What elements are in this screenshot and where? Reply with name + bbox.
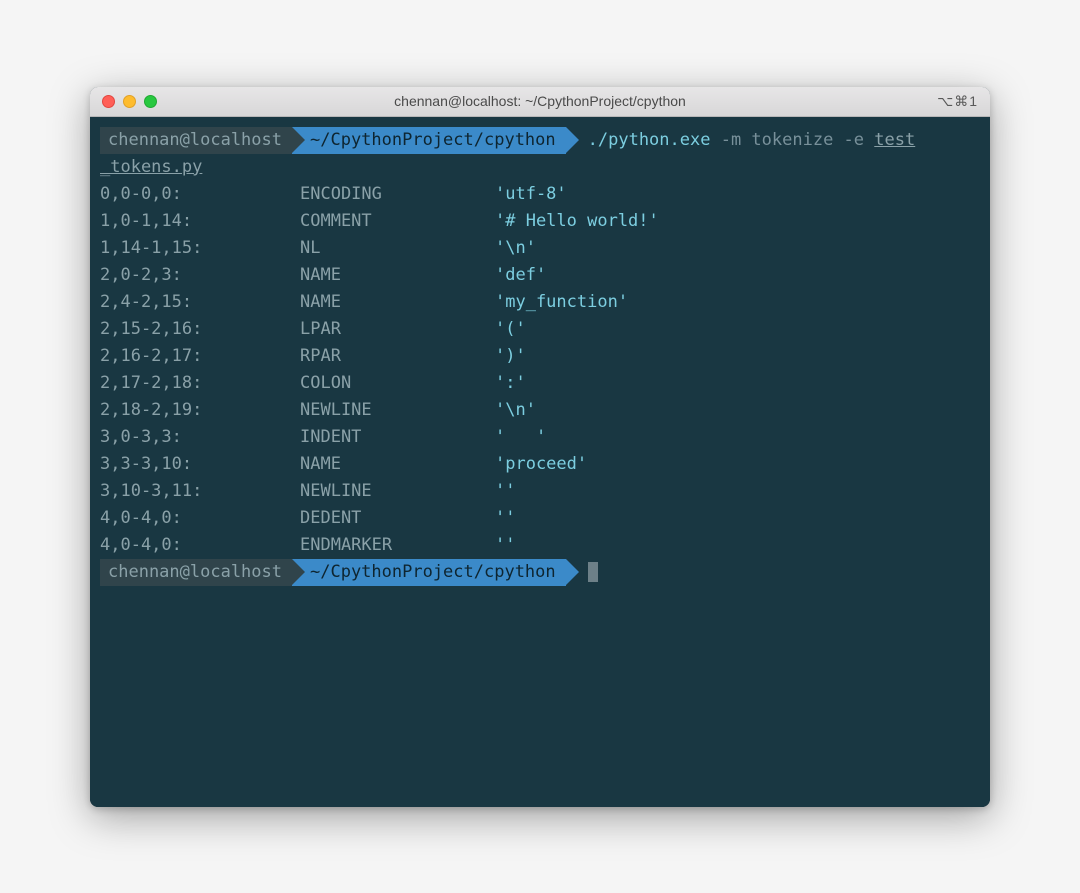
token-value: 'my_function' <box>495 289 628 316</box>
prompt-path: ~/CpythonProject/cpython <box>292 127 566 154</box>
prompt-line-2: chennan@localhost ~/CpythonProject/cpyth… <box>90 559 990 586</box>
token-value: '\n' <box>495 235 536 262</box>
token-value: '\n' <box>495 397 536 424</box>
token-position: 3,0-3,3: <box>100 424 300 451</box>
command-flags: -m tokenize -e <box>721 130 864 150</box>
prompt-host: chennan@localhost <box>100 127 292 154</box>
window-shortcut-label: ⌥⌘1 <box>937 93 978 110</box>
token-type: COMMENT <box>300 208 495 235</box>
token-type: INDENT <box>300 424 495 451</box>
token-value: 'def' <box>495 262 546 289</box>
token-position: 2,18-2,19: <box>100 397 300 424</box>
token-row: 2,4-2,15:NAME'my_function' <box>90 289 990 316</box>
token-row: 1,14-1,15:NL'\n' <box>90 235 990 262</box>
token-row: 3,3-3,10:NAME'proceed' <box>90 451 990 478</box>
token-row: 2,18-2,19:NEWLINE'\n' <box>90 397 990 424</box>
token-type: NAME <box>300 262 495 289</box>
token-position: 1,14-1,15: <box>100 235 300 262</box>
token-type: ENCODING <box>300 181 495 208</box>
token-row: 3,0-3,3:INDENT' ' <box>90 424 990 451</box>
token-row: 4,0-4,0:ENDMARKER'' <box>90 532 990 559</box>
token-row: 2,15-2,16:LPAR'(' <box>90 316 990 343</box>
maximize-icon[interactable] <box>144 95 157 108</box>
token-row: 2,0-2,3:NAME'def' <box>90 262 990 289</box>
token-type: ENDMARKER <box>300 532 495 559</box>
token-row: 0,0-0,0:ENCODING'utf-8' <box>90 181 990 208</box>
token-position: 0,0-0,0: <box>100 181 300 208</box>
token-position: 2,17-2,18: <box>100 370 300 397</box>
command-arg-wrap: _tokens.py <box>90 154 990 181</box>
token-row: 2,17-2,18:COLON':' <box>90 370 990 397</box>
command-text: ./python.exe -m tokenize -e test <box>566 127 916 154</box>
token-position: 2,0-2,3: <box>100 262 300 289</box>
token-output: 0,0-0,0:ENCODING'utf-8'1,0-1,14:COMMENT'… <box>90 181 990 559</box>
token-type: COLON <box>300 370 495 397</box>
minimize-icon[interactable] <box>123 95 136 108</box>
token-value: 'utf-8' <box>495 181 567 208</box>
token-value: '# Hello world!' <box>495 208 659 235</box>
command-executable: ./python.exe <box>588 130 711 150</box>
token-type: NAME <box>300 289 495 316</box>
token-position: 4,0-4,0: <box>100 505 300 532</box>
token-position: 2,15-2,16: <box>100 316 300 343</box>
titlebar: chennan@localhost: ~/CpythonProject/cpyt… <box>90 87 990 117</box>
command-arg: test <box>874 130 915 150</box>
token-value: 'proceed' <box>495 451 587 478</box>
window-title: chennan@localhost: ~/CpythonProject/cpyt… <box>90 93 990 109</box>
close-icon[interactable] <box>102 95 115 108</box>
token-type: DEDENT <box>300 505 495 532</box>
token-type: NAME <box>300 451 495 478</box>
token-type: RPAR <box>300 343 495 370</box>
token-position: 1,0-1,14: <box>100 208 300 235</box>
token-row: 4,0-4,0:DEDENT'' <box>90 505 990 532</box>
token-value: '' <box>495 478 515 505</box>
prompt-host: chennan@localhost <box>100 559 292 586</box>
cursor-icon <box>588 562 598 582</box>
prompt-line-1: chennan@localhost ~/CpythonProject/cpyth… <box>90 127 990 154</box>
token-type: NEWLINE <box>300 478 495 505</box>
token-value: '' <box>495 505 515 532</box>
token-row: 2,16-2,17:RPAR')' <box>90 343 990 370</box>
token-position: 2,4-2,15: <box>100 289 300 316</box>
token-position: 3,3-3,10: <box>100 451 300 478</box>
prompt-path: ~/CpythonProject/cpython <box>292 559 566 586</box>
token-value: ')' <box>495 343 526 370</box>
token-position: 2,16-2,17: <box>100 343 300 370</box>
token-value: ' ' <box>495 424 546 451</box>
token-type: NEWLINE <box>300 397 495 424</box>
token-row: 3,10-3,11:NEWLINE'' <box>90 478 990 505</box>
token-row: 1,0-1,14:COMMENT'# Hello world!' <box>90 208 990 235</box>
token-position: 3,10-3,11: <box>100 478 300 505</box>
token-position: 4,0-4,0: <box>100 532 300 559</box>
terminal-window: chennan@localhost: ~/CpythonProject/cpyt… <box>90 87 990 807</box>
traffic-lights <box>102 95 157 108</box>
token-value: '(' <box>495 316 526 343</box>
token-type: LPAR <box>300 316 495 343</box>
terminal-body[interactable]: chennan@localhost ~/CpythonProject/cpyth… <box>90 117 990 807</box>
token-type: NL <box>300 235 495 262</box>
token-value: '' <box>495 532 515 559</box>
token-value: ':' <box>495 370 526 397</box>
